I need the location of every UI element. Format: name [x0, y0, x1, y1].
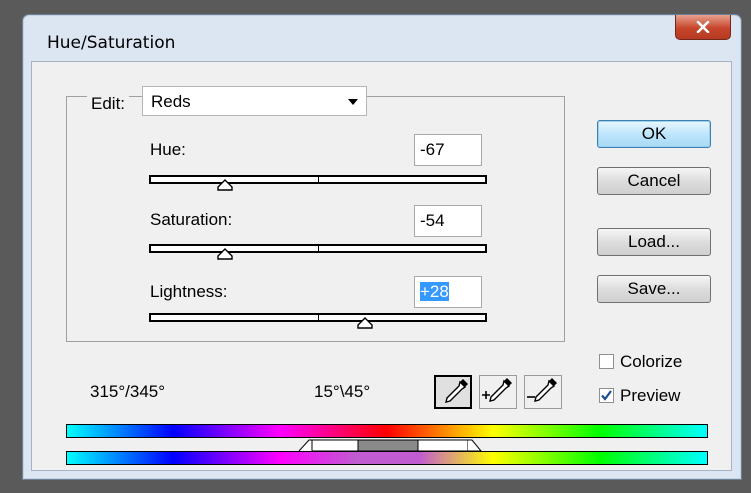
hue-input[interactable]: -67: [414, 134, 482, 166]
edit-group-box: [66, 96, 565, 342]
colorize-label[interactable]: Colorize: [620, 352, 682, 372]
title-bar[interactable]: Hue/Saturation: [23, 15, 741, 61]
eyedropper-plus-icon: [482, 378, 512, 402]
hue-label: Hue:: [150, 140, 186, 159]
color-range-slider[interactable]: [66, 438, 708, 451]
eyedropper-tool[interactable]: [434, 375, 472, 409]
chevron-down-icon: [348, 99, 358, 105]
range-right-label: 15°\45°: [314, 382, 371, 401]
lightness-input-selected-text: +28: [420, 282, 449, 301]
eyedropper-toolbar: [434, 375, 562, 411]
preview-checkbox[interactable]: [599, 388, 614, 403]
hue-slider-center-tick: [318, 176, 319, 182]
eyedropper-add-tool[interactable]: [479, 375, 517, 409]
hue-slider-thumb[interactable]: [217, 179, 233, 191]
save-button[interactable]: Save...: [597, 275, 711, 303]
saturation-slider-center-tick: [318, 245, 319, 251]
load-button[interactable]: Load...: [597, 228, 711, 256]
checkmark-icon: [601, 390, 612, 401]
edit-dropdown-value: Reds: [151, 92, 191, 111]
lightness-input[interactable]: +28: [414, 276, 482, 308]
output-spectrum-bar: [66, 451, 708, 465]
close-icon: [696, 21, 710, 33]
dialog-body: Edit: Reds Hue: -67 Saturation: -54 Ligh…: [31, 61, 732, 471]
eyedropper-minus-icon: [527, 378, 557, 402]
ok-button[interactable]: OK: [597, 120, 711, 148]
hue-saturation-dialog: Hue/Saturation Edit: Reds Hue: -67 Satur…: [22, 14, 742, 480]
saturation-slider-thumb[interactable]: [217, 248, 233, 260]
lightness-slider-track[interactable]: [149, 313, 487, 322]
preview-label[interactable]: Preview: [620, 386, 680, 406]
hue-slider-track[interactable]: [149, 175, 487, 184]
lightness-slider-thumb[interactable]: [357, 317, 373, 329]
saturation-label: Saturation:: [150, 210, 233, 229]
saturation-input[interactable]: -54: [414, 205, 482, 237]
edit-dropdown[interactable]: Reds: [142, 86, 367, 116]
range-left-label: 315°/345°: [90, 382, 166, 401]
edit-label: Edit:: [87, 94, 130, 114]
lightness-label: Lightness:: [150, 282, 228, 301]
close-button[interactable]: [675, 15, 731, 40]
eyedropper-subtract-tool[interactable]: [524, 375, 562, 409]
cancel-button[interactable]: Cancel: [597, 167, 711, 195]
lightness-slider-center-tick: [318, 314, 319, 320]
colorize-checkbox[interactable]: [599, 354, 614, 369]
input-spectrum-bar: [66, 424, 708, 438]
saturation-slider-track[interactable]: [149, 244, 487, 253]
window-title: Hue/Saturation: [47, 33, 176, 53]
eyedropper-icon: [445, 379, 468, 403]
